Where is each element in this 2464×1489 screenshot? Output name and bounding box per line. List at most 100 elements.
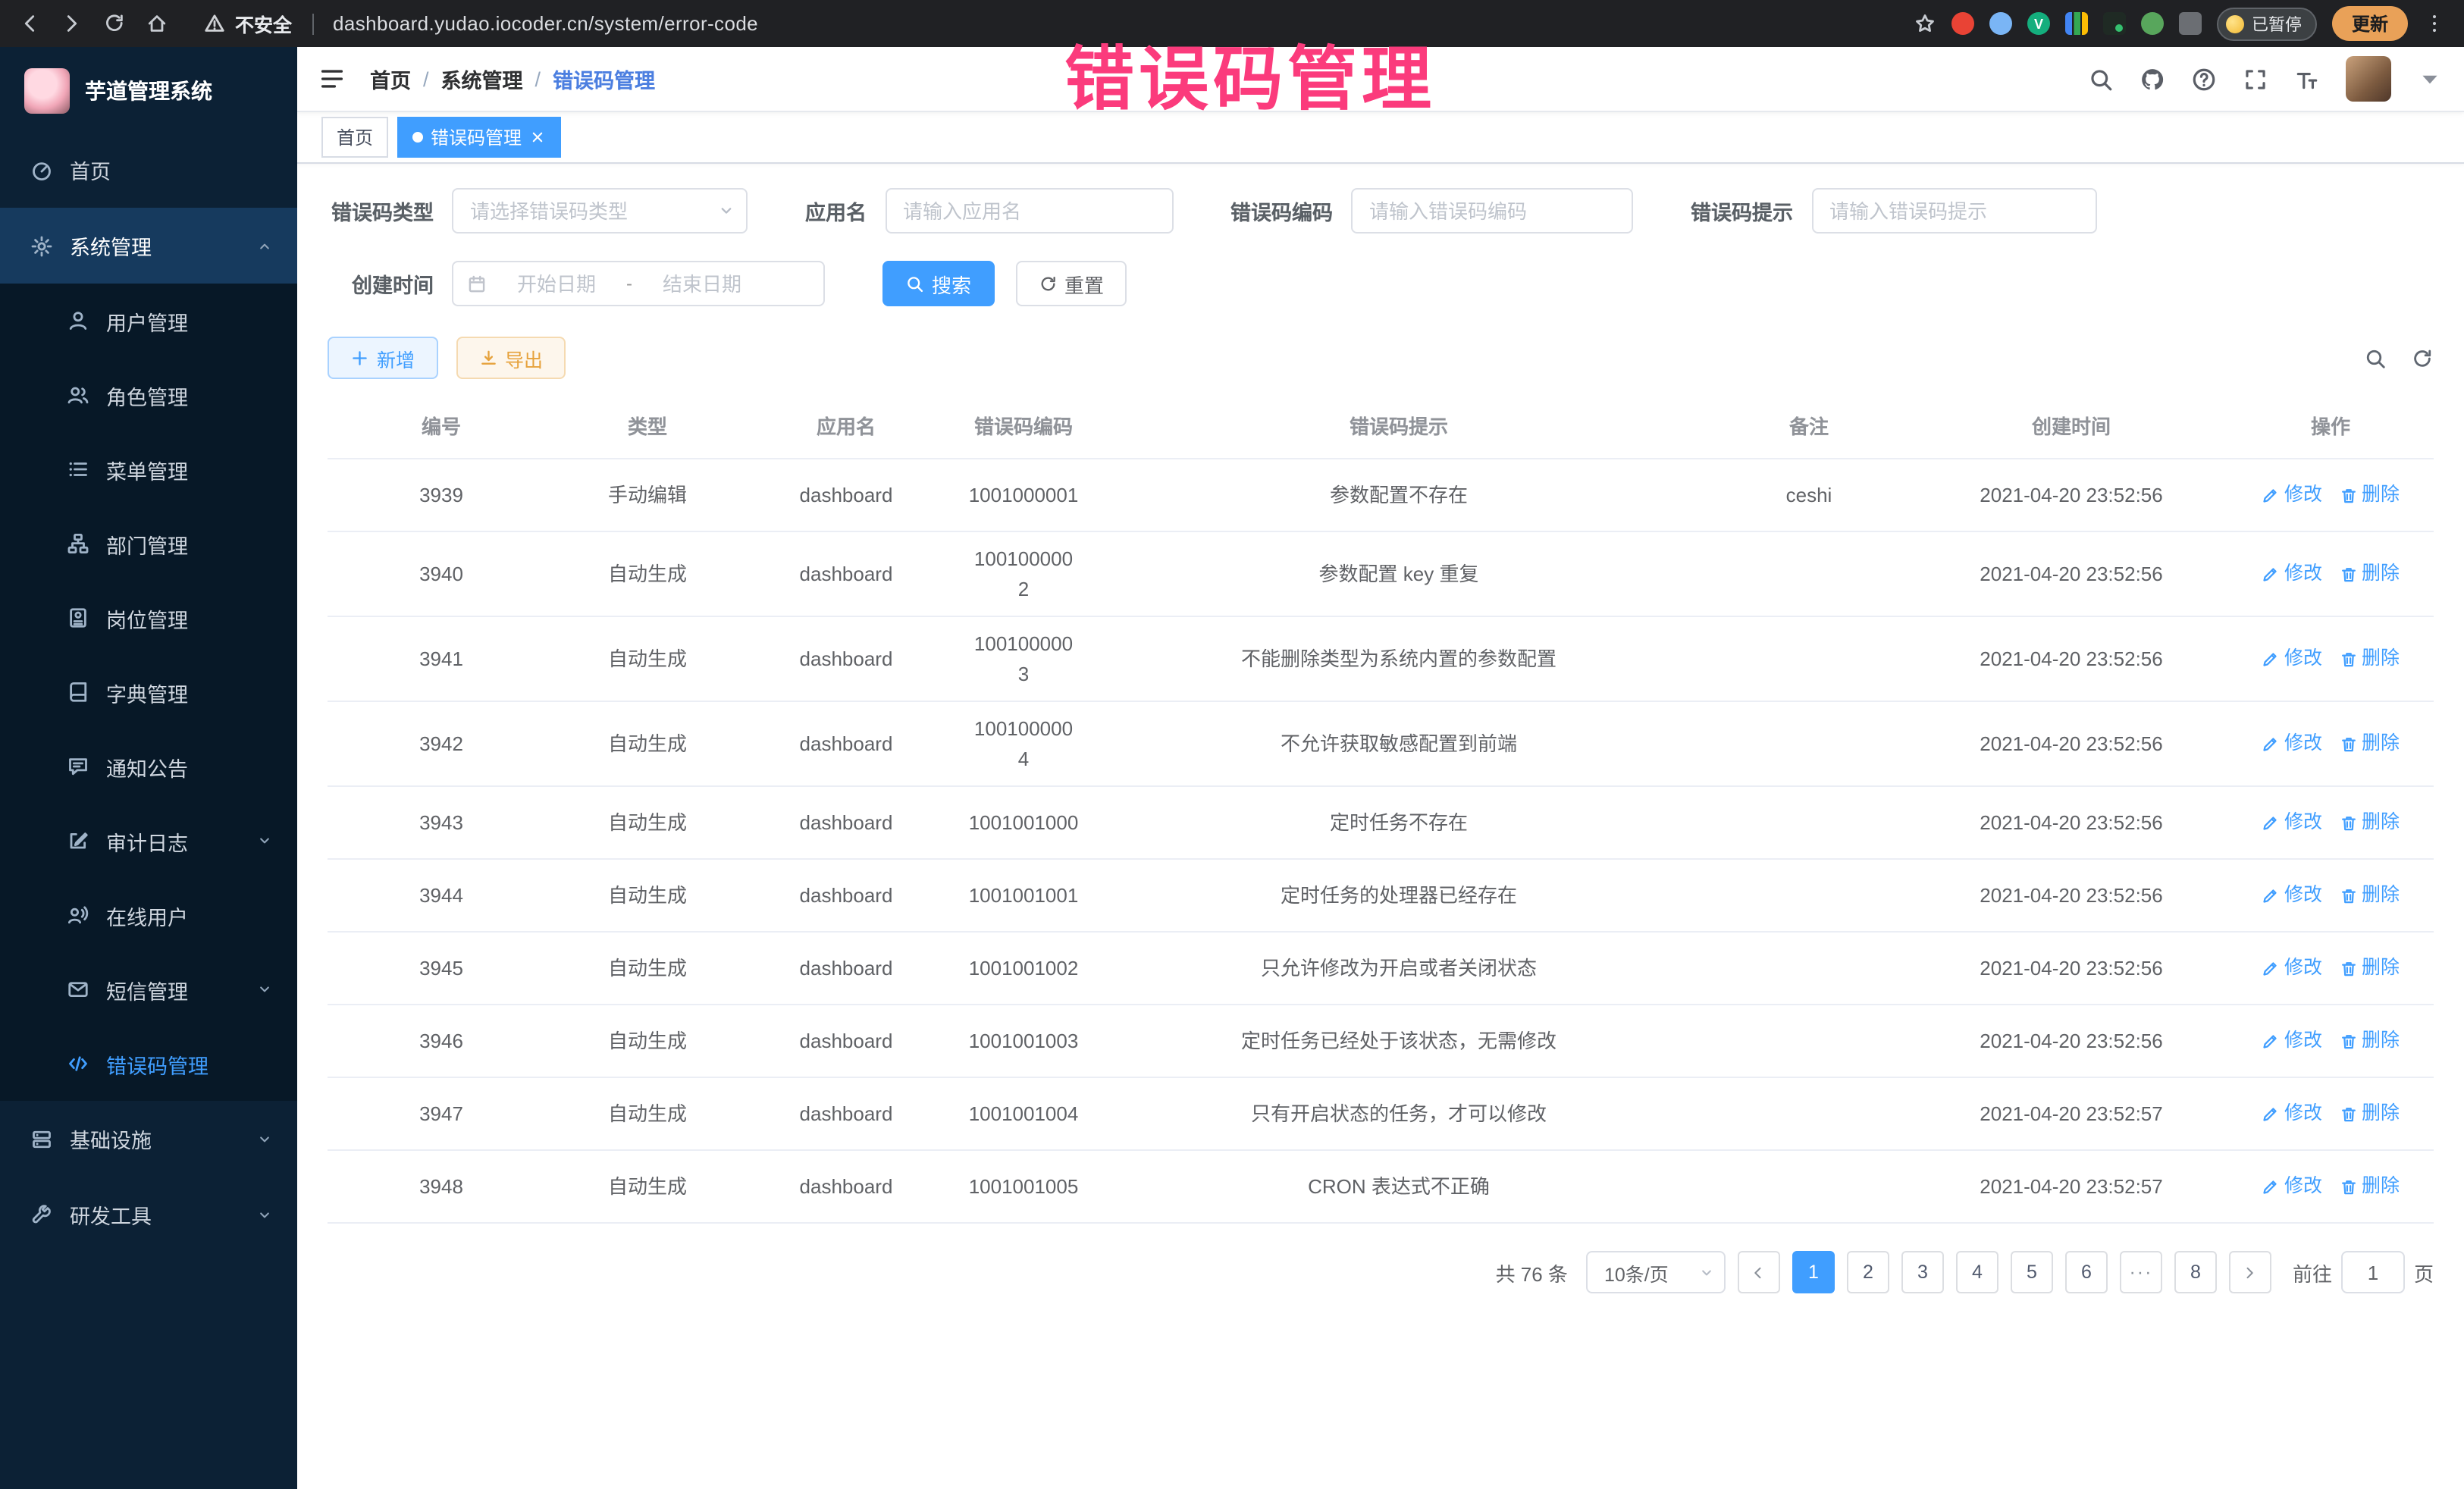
error-type-select[interactable]	[452, 188, 748, 234]
browser-update-button[interactable]: 更新	[2332, 6, 2408, 41]
sidebar-item[interactable]: 通知公告	[0, 729, 297, 804]
table-row[interactable]: 3948自动生成dashboard1001001005CRON 表达式不正确20…	[328, 1151, 2434, 1224]
pagination-more-icon[interactable]: ···	[2120, 1251, 2162, 1293]
fullscreen-icon[interactable]	[2243, 66, 2268, 92]
table-row[interactable]: 3942自动生成dashboard1001000004不允许获取敏感配置到前端2…	[328, 702, 2434, 787]
page-size-select[interactable]	[1586, 1251, 1726, 1293]
bookmark-star-icon[interactable]	[1914, 12, 1936, 35]
sidebar-item[interactable]: 字典管理	[0, 655, 297, 729]
error-code-input[interactable]	[1351, 188, 1633, 234]
page-button[interactable]: 3	[1901, 1251, 1944, 1293]
font-size-icon[interactable]	[2294, 66, 2320, 92]
edit-link[interactable]: 修改	[2262, 644, 2322, 673]
table-row[interactable]: 3940自动生成dashboard1001000002参数配置 key 重复20…	[328, 532, 2434, 617]
github-icon[interactable]	[2140, 66, 2165, 92]
forward-button[interactable]	[61, 12, 83, 35]
close-tab-icon[interactable]	[529, 129, 546, 146]
sidebar-item[interactable]: 基础设施	[0, 1101, 297, 1177]
header-search-icon[interactable]	[2088, 66, 2114, 92]
extensions-puzzle-icon[interactable]	[2179, 12, 2202, 35]
end-date-input[interactable]	[641, 272, 763, 295]
sidebar-item[interactable]: 用户管理	[0, 284, 297, 358]
delete-link[interactable]: 删除	[2339, 481, 2400, 509]
extension-drop-icon[interactable]	[1989, 12, 2012, 35]
sidebar-item[interactable]: 短信管理	[0, 952, 297, 1027]
page-button[interactable]: 8	[2174, 1251, 2217, 1293]
extension-record-icon[interactable]	[1951, 12, 1974, 35]
start-date-input[interactable]	[496, 272, 617, 295]
app-logo[interactable]: 芋道管理系统	[0, 47, 297, 132]
date-range-picker[interactable]: -	[452, 261, 825, 306]
goto-page-input[interactable]	[2341, 1251, 2405, 1293]
tab-home[interactable]: 首页	[321, 117, 388, 158]
sidebar-item[interactable]: 部门管理	[0, 506, 297, 581]
delete-link[interactable]: 删除	[2339, 808, 2400, 837]
edit-link[interactable]: 修改	[2262, 729, 2322, 758]
error-msg-input[interactable]	[1811, 188, 2096, 234]
extension-on-badge-icon[interactable]	[2103, 12, 2126, 35]
address-url[interactable]: dashboard.yudao.iocoder.cn/system/error-…	[333, 12, 758, 35]
home-button[interactable]	[146, 12, 168, 35]
hamburger-icon[interactable]	[318, 65, 346, 92]
edit-link[interactable]: 修改	[2262, 954, 2322, 983]
app-name-input[interactable]	[885, 188, 1173, 234]
paused-badge[interactable]: 已暂停	[2217, 7, 2317, 40]
tab-error-code[interactable]: 错误码管理	[397, 117, 561, 158]
table-row[interactable]: 3947自动生成dashboard1001001004只有开启状态的任务，才可以…	[328, 1078, 2434, 1151]
breadcrumb-item[interactable]: 系统管理	[441, 64, 523, 94]
edit-link[interactable]: 修改	[2262, 481, 2322, 509]
prev-page-button[interactable]	[1738, 1251, 1780, 1293]
sidebar-item[interactable]: 首页	[0, 132, 297, 208]
back-button[interactable]	[18, 12, 41, 35]
reload-button[interactable]	[103, 12, 126, 35]
edit-link[interactable]: 修改	[2262, 881, 2322, 910]
reset-button[interactable]: 重置	[1015, 261, 1127, 306]
delete-link[interactable]: 删除	[2339, 954, 2400, 983]
page-button[interactable]: 6	[2065, 1251, 2108, 1293]
search-button[interactable]: 搜索	[882, 261, 994, 306]
delete-link[interactable]: 删除	[2339, 881, 2400, 910]
user-avatar[interactable]	[2346, 56, 2391, 102]
toggle-search-icon[interactable]	[2364, 346, 2387, 369]
edit-link[interactable]: 修改	[2262, 1027, 2322, 1055]
page-button[interactable]: 2	[1847, 1251, 1889, 1293]
sidebar-item[interactable]: 错误码管理	[0, 1027, 297, 1101]
page-button[interactable]: 1	[1792, 1251, 1835, 1293]
table-row[interactable]: 3943自动生成dashboard1001001000定时任务不存在2021-0…	[328, 787, 2434, 860]
table-row[interactable]: 3944自动生成dashboard1001001001定时任务的处理器已经存在2…	[328, 860, 2434, 933]
delete-link[interactable]: 删除	[2339, 1172, 2400, 1201]
table-row[interactable]: 3939手动编辑dashboard1001000001参数配置不存在ceshi2…	[328, 459, 2434, 532]
edit-link[interactable]: 修改	[2262, 1172, 2322, 1201]
edit-link[interactable]: 修改	[2262, 808, 2322, 837]
delete-link[interactable]: 删除	[2339, 1099, 2400, 1128]
refresh-table-icon[interactable]	[2411, 346, 2434, 369]
next-page-button[interactable]	[2229, 1251, 2271, 1293]
page-button[interactable]: 5	[2011, 1251, 2053, 1293]
sidebar-item[interactable]: 菜单管理	[0, 432, 297, 506]
table-row[interactable]: 3941自动生成dashboard1001000003不能删除类型为系统内置的参…	[328, 617, 2434, 702]
avatar-caret-down-icon[interactable]	[2417, 66, 2443, 92]
delete-link[interactable]: 删除	[2339, 644, 2400, 673]
sidebar-item[interactable]: 审计日志	[0, 804, 297, 878]
extension-chart-icon[interactable]	[2065, 12, 2088, 35]
sidebar-item[interactable]: 系统管理	[0, 208, 297, 284]
extension-leaf-icon[interactable]	[2141, 12, 2164, 35]
browser-menu-icon[interactable]	[2423, 12, 2446, 35]
page-button[interactable]: 4	[1956, 1251, 1998, 1293]
edit-link[interactable]: 修改	[2262, 1099, 2322, 1128]
breadcrumb-item[interactable]: 首页	[370, 64, 411, 94]
security-chip[interactable]: 不安全	[203, 9, 292, 38]
sidebar-item[interactable]: 角色管理	[0, 358, 297, 432]
edit-link[interactable]: 修改	[2262, 560, 2322, 588]
sidebar-item[interactable]: 岗位管理	[0, 581, 297, 655]
sidebar-item[interactable]: 研发工具	[0, 1177, 297, 1252]
add-button[interactable]: 新增	[328, 337, 437, 379]
sidebar-item[interactable]: 在线用户	[0, 878, 297, 952]
delete-link[interactable]: 删除	[2339, 1027, 2400, 1055]
extension-v-icon[interactable]: V	[2027, 12, 2050, 35]
delete-link[interactable]: 删除	[2339, 560, 2400, 588]
export-button[interactable]: 导出	[456, 337, 566, 379]
delete-link[interactable]: 删除	[2339, 729, 2400, 758]
table-row[interactable]: 3945自动生成dashboard1001001002只允许修改为开启或者关闭状…	[328, 933, 2434, 1005]
help-icon[interactable]	[2191, 66, 2217, 92]
